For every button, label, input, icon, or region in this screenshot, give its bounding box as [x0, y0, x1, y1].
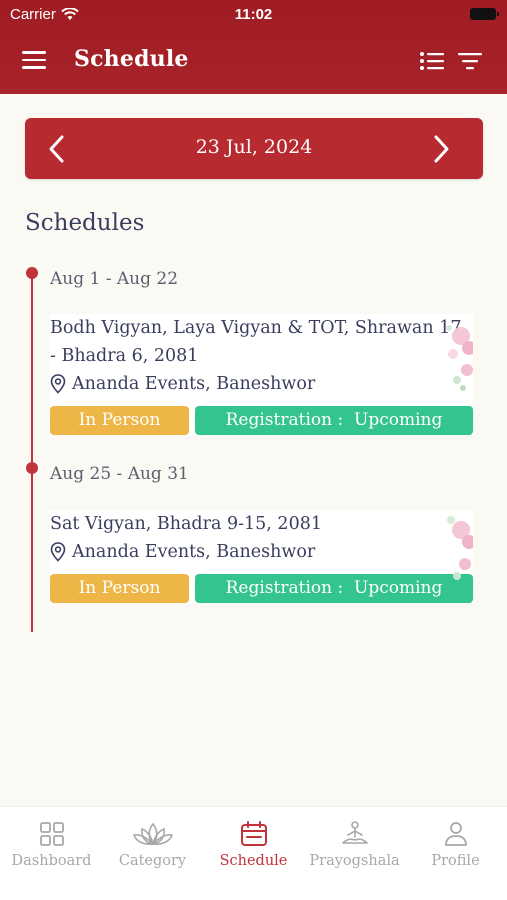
location-pin-icon: [50, 374, 66, 394]
location-text: Ananda Events, Baneshwor: [72, 374, 316, 394]
flower-decoration-icon: [447, 516, 473, 580]
tab-label: Category: [118, 853, 187, 869]
schedule-title: Bodh Vigyan, Laya Vigyan & TOT, Shrawan …: [50, 318, 462, 366]
grid-icon: [39, 822, 64, 846]
filter-icon[interactable]: [457, 50, 483, 72]
tab-prayogshala[interactable]: Prayogshala: [304, 821, 405, 869]
registration-status-badge: Registration : Upcoming: [195, 406, 473, 435]
schedule-location: Ananda Events, Baneshwor: [50, 542, 473, 562]
schedule-title: Sat Vigyan, Bhadra 9-15, 2081: [50, 514, 322, 534]
app-header: Carrier 11:02 Schedule: [0, 0, 507, 94]
tab-category[interactable]: Category: [102, 821, 203, 869]
tab-dashboard[interactable]: Dashboard: [1, 821, 102, 869]
page-title: Schedule: [74, 46, 189, 72]
tab-label: Dashboard: [11, 853, 92, 869]
battery-icon: [470, 8, 499, 20]
person-icon: [444, 822, 467, 846]
calendar-icon: [240, 821, 267, 846]
in-person-badge: In Person: [50, 574, 189, 603]
status-bar: Carrier 11:02: [0, 0, 507, 28]
status-time: 11:02: [234, 6, 273, 23]
schedule-tags: In Person Registration : Upcoming: [50, 574, 473, 603]
timeline-line: [31, 272, 33, 632]
list-view-icon[interactable]: [419, 50, 445, 72]
tab-schedule[interactable]: Schedule: [203, 821, 304, 869]
tab-label: Prayogshala: [309, 853, 400, 869]
bottom-tab-bar: Dashboard Category Schedule Prayogshala: [0, 806, 507, 900]
location-pin-icon: [50, 542, 66, 562]
tab-label: Schedule: [219, 853, 288, 869]
schedule-date-range: Aug 1 - Aug 22: [50, 269, 179, 289]
schedule-date-range: Aug 25 - Aug 31: [50, 464, 189, 484]
flower-decoration-icon: [446, 325, 473, 391]
section-title: Schedules: [25, 210, 145, 236]
meditation-icon: [341, 821, 368, 844]
tab-profile[interactable]: Profile: [405, 821, 506, 869]
timeline-dot: [26, 462, 38, 474]
date-navigator: 23 Jul, 2024: [25, 118, 483, 179]
schedule-tags: In Person Registration : Upcoming: [50, 406, 473, 435]
in-person-badge: In Person: [50, 406, 189, 435]
tab-label: Profile: [431, 853, 480, 869]
timeline-dot: [26, 267, 38, 279]
hamburger-menu-icon[interactable]: [22, 48, 48, 72]
lotus-icon: [132, 822, 173, 846]
schedule-card[interactable]: Sat Vigyan, Bhadra 9-15, 2081 Ananda Eve…: [50, 510, 473, 603]
schedule-location: Ananda Events, Baneshwor: [50, 374, 473, 394]
toolbar: Schedule: [0, 40, 507, 80]
selected-date[interactable]: 23 Jul, 2024: [25, 136, 483, 158]
next-date-chevron-icon[interactable]: [429, 134, 453, 164]
schedule-card[interactable]: Bodh Vigyan, Laya Vigyan & TOT, Shrawan …: [50, 314, 473, 435]
location-text: Ananda Events, Baneshwor: [72, 542, 316, 562]
